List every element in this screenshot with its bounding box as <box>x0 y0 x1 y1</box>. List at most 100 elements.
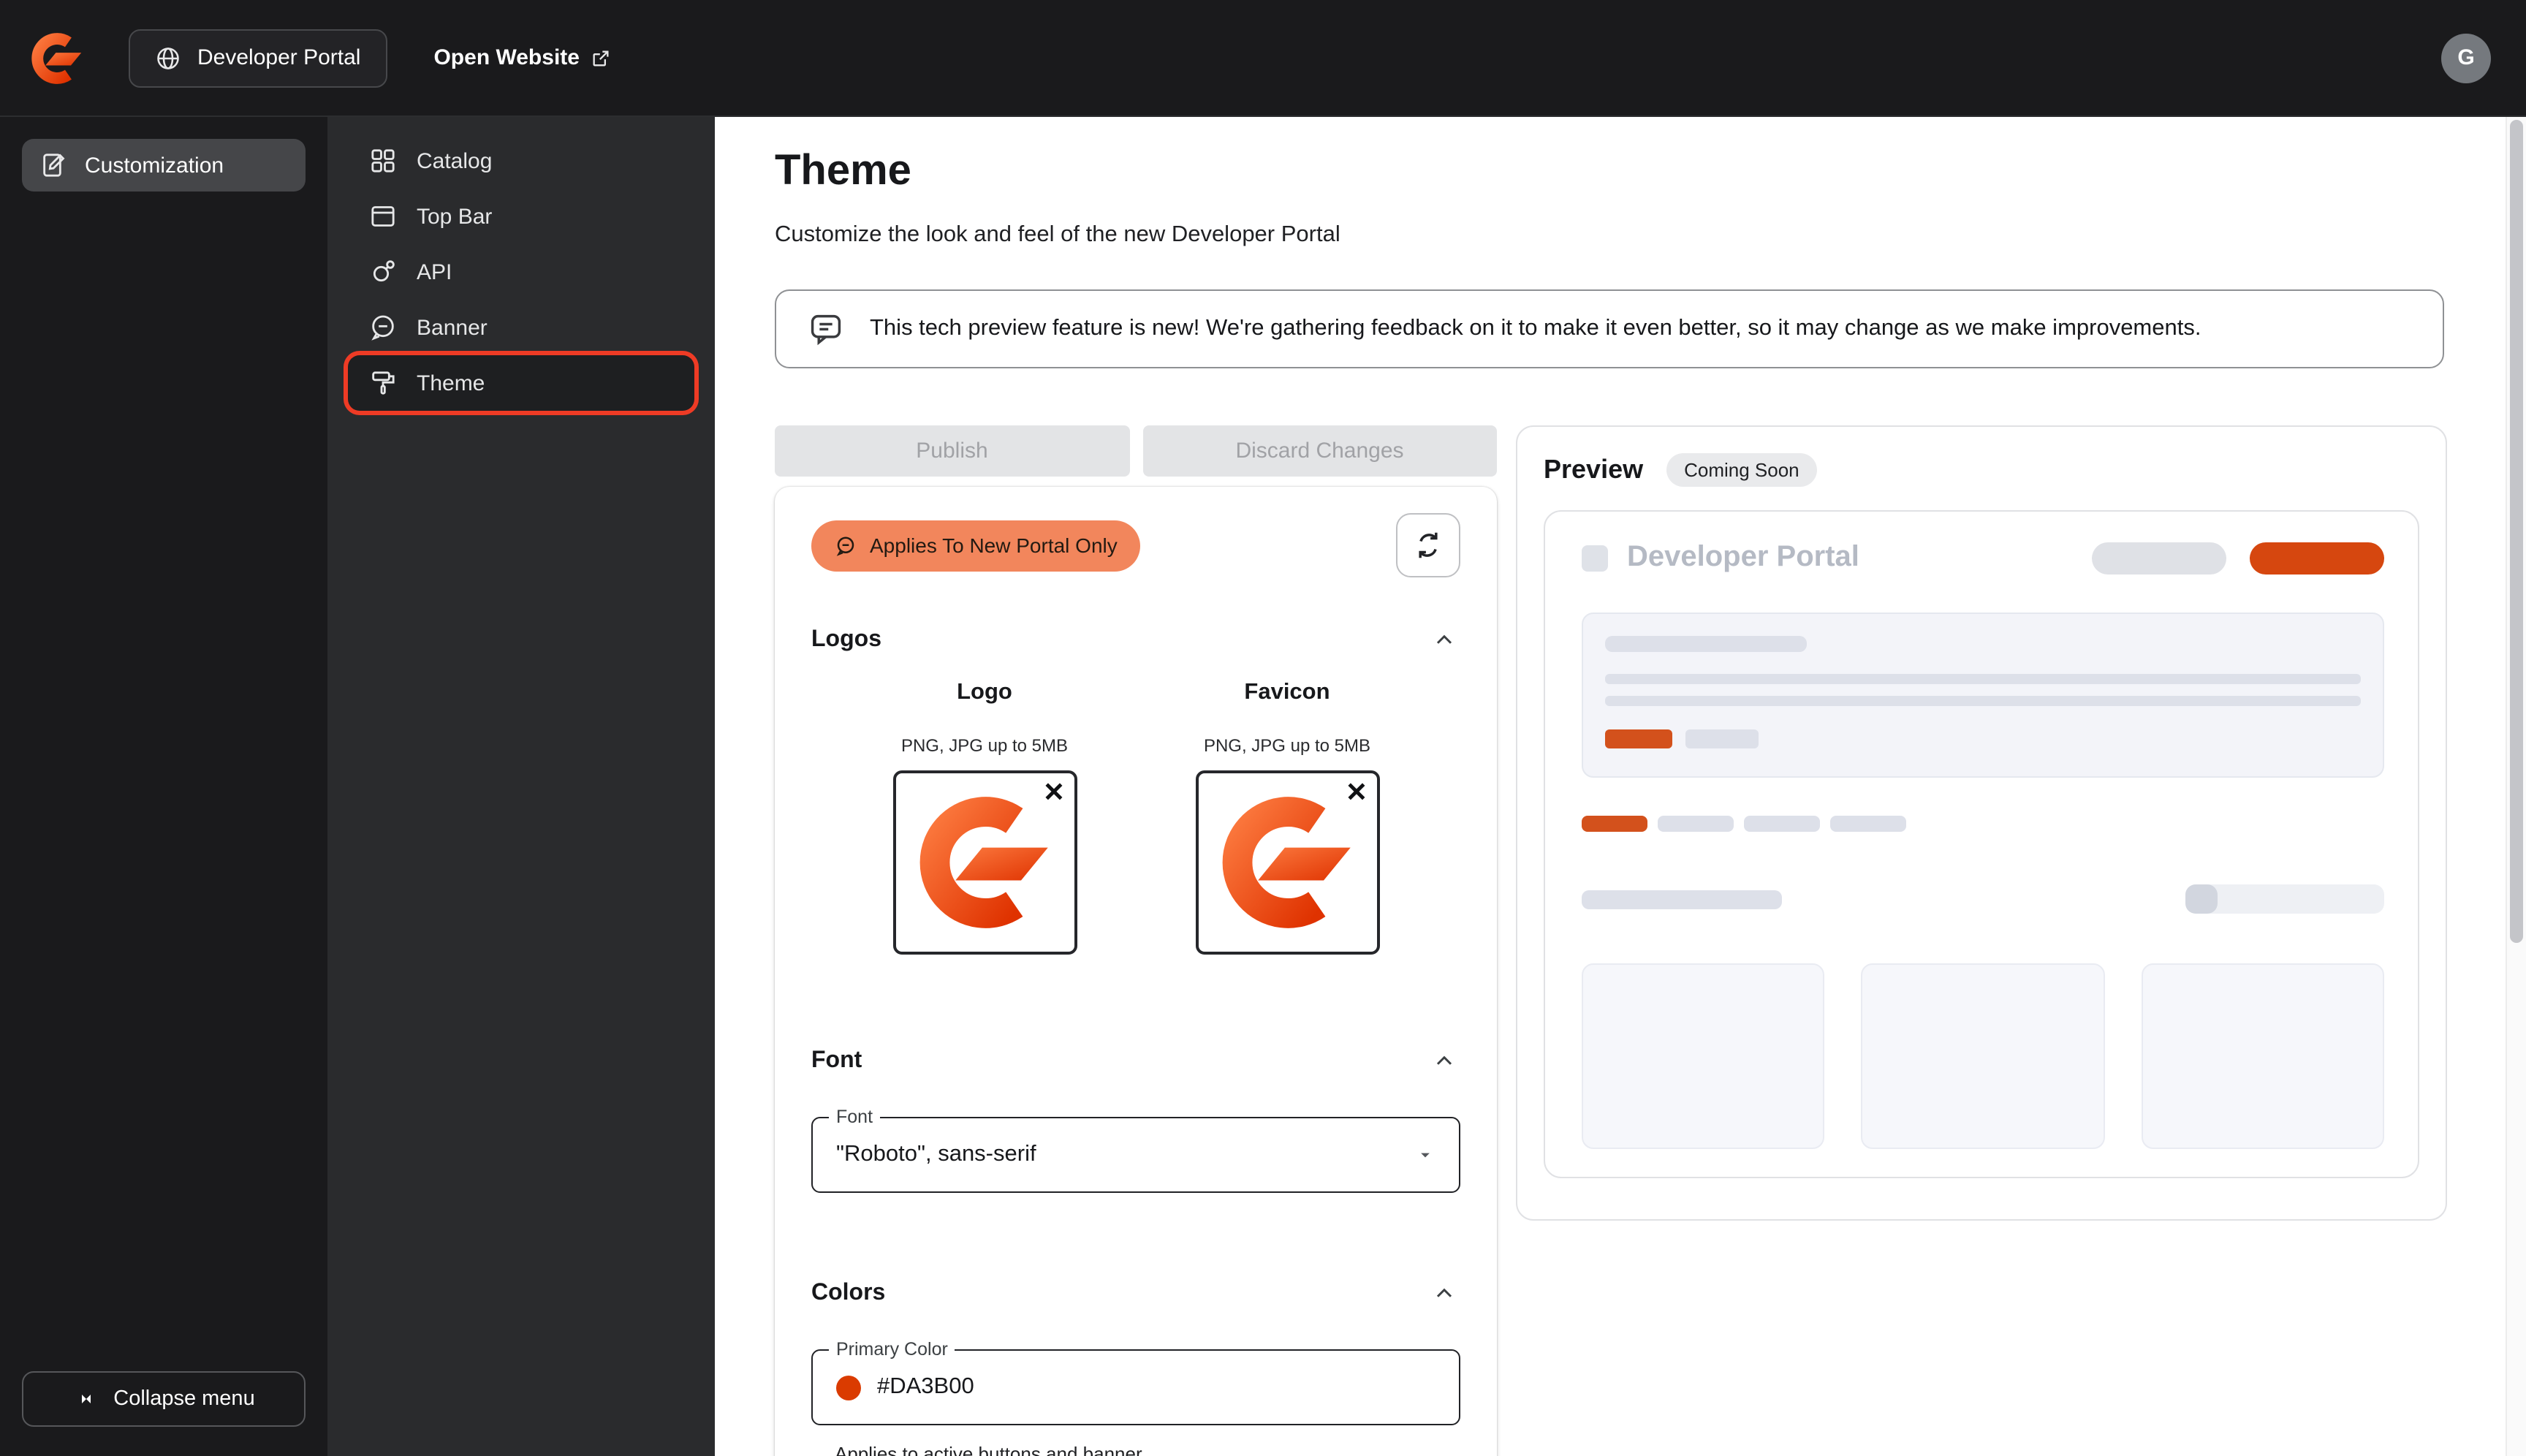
grid-icon <box>371 149 395 172</box>
page-title: Theme <box>775 148 911 194</box>
tech-preview-notice: This tech preview feature is new! We're … <box>775 289 2444 368</box>
font-select[interactable]: Font "Roboto", sans-serif <box>811 1107 1460 1193</box>
chevron-up-icon <box>1436 634 1452 644</box>
favicon-hint: PNG, JPG up to 5MB <box>1203 735 1371 756</box>
feedback-bubble-icon <box>811 314 841 346</box>
submenu-item-top-bar[interactable]: Top Bar <box>348 189 694 244</box>
preview-pill-secondary <box>2092 542 2226 574</box>
window-topbar-icon <box>371 206 395 227</box>
refresh-icon <box>1419 532 1438 558</box>
vertical-scrollbar[interactable] <box>2506 117 2526 1456</box>
theme-settings-card: Applies To New Portal Only Logos Logo PN… <box>775 487 1497 1456</box>
submenu-item-banner[interactable]: Banner <box>348 300 694 355</box>
submenu-item-label: API <box>417 259 452 284</box>
user-avatar[interactable]: G <box>2441 33 2491 83</box>
reset-theme-button[interactable] <box>1396 513 1460 577</box>
sidebar-item-label: Customization <box>85 153 224 178</box>
avatar-initial: G <box>2457 45 2475 70</box>
skeleton-line <box>1605 636 1807 652</box>
paint-roller-icon <box>372 371 395 395</box>
external-link-icon <box>593 50 610 66</box>
primary-color-value: #DA3B00 <box>877 1374 974 1399</box>
preview-pill-primary <box>2250 542 2384 574</box>
primary-sidebar: Customization Collapse menu <box>0 117 327 1456</box>
dropdown-caret-icon <box>1415 1145 1435 1165</box>
preview-header-title: Developer Portal <box>1627 541 1859 573</box>
gravitee-logo-icon <box>29 30 85 86</box>
customization-icon <box>43 153 65 177</box>
submenu-item-catalog[interactable]: Catalog <box>348 133 694 189</box>
logo-preview-image <box>919 797 1047 928</box>
submenu-item-label: Top Bar <box>417 204 493 229</box>
font-field-value: "Roboto", sans-serif <box>836 1142 1036 1167</box>
app-window: Developer Portal Open Website G Customiz… <box>0 0 2526 1456</box>
submenu-item-api[interactable]: API <box>348 244 694 300</box>
skeleton-search-bar <box>2185 884 2384 914</box>
portal-preview-mock: Developer Portal <box>1544 510 2419 1178</box>
portal-switcher-label: Developer Portal <box>197 45 361 70</box>
font-collapse-button[interactable] <box>1428 1045 1460 1077</box>
scrollbar-thumb[interactable] <box>2510 120 2523 943</box>
colors-section-title: Colors <box>811 1281 886 1305</box>
preview-title: Preview <box>1544 455 1644 484</box>
collapse-menu-button[interactable]: Collapse menu <box>22 1371 306 1427</box>
collapse-menu-label: Collapse menu <box>113 1387 255 1411</box>
remove-logo-button[interactable]: ✕ <box>1043 776 1065 808</box>
skeleton-tab <box>1830 816 1906 832</box>
colors-collapse-button[interactable] <box>1428 1278 1460 1310</box>
logos-section-title: Logos <box>811 627 881 652</box>
publish-button[interactable]: Publish <box>775 425 1129 477</box>
portal-switcher-button[interactable]: Developer Portal <box>129 29 387 87</box>
chevron-up-icon <box>1436 1055 1452 1065</box>
submenu-item-label: Catalog <box>417 148 493 173</box>
favicon-preview-image <box>1221 797 1350 928</box>
logos-collapse-button[interactable] <box>1428 624 1460 656</box>
skeleton-primary-button <box>1605 729 1672 748</box>
api-icon <box>373 260 395 282</box>
applies-to-badge-label: Applies To New Portal Only <box>870 534 1118 557</box>
favicon-label: Favicon <box>1244 680 1330 705</box>
primary-color-help: Applies to active buttons and banner <box>835 1443 1142 1456</box>
skeleton-active-tab <box>1582 816 1647 832</box>
skeleton-card <box>1861 963 2105 1149</box>
skeleton-card <box>2141 963 2384 1149</box>
skeleton-secondary-button <box>1685 729 1759 748</box>
skeleton-line <box>1605 674 2361 684</box>
logo-label: Logo <box>957 680 1012 705</box>
collapse-icon <box>81 1395 91 1403</box>
coming-soon-badge: Coming Soon <box>1666 453 1817 487</box>
submenu-item-theme[interactable]: Theme <box>348 355 694 411</box>
favicon-upload-group: Favicon PNG, JPG up to 5MB ✕ <box>1195 680 1379 955</box>
notice-text: This tech preview feature is new! We're … <box>870 316 2201 341</box>
skeleton-tab <box>1658 816 1734 832</box>
logo-upload-box[interactable]: ✕ <box>892 770 1077 955</box>
favicon-upload-box[interactable]: ✕ <box>1195 770 1379 955</box>
font-field-label: Font <box>829 1107 881 1127</box>
skeleton-card <box>1582 963 1825 1149</box>
applies-to-badge: Applies To New Portal Only <box>811 520 1141 571</box>
main-content: Theme Customize the look and feel of the… <box>715 117 2506 1456</box>
logo-hint: PNG, JPG up to 5MB <box>900 735 1069 756</box>
preview-banner-skeleton <box>1582 613 2384 778</box>
message-icon <box>371 315 394 341</box>
open-website-label: Open Website <box>433 45 580 70</box>
page-subtitle: Customize the look and feel of the new D… <box>775 222 1340 247</box>
customization-submenu: Catalog Top Bar API Banner Theme <box>327 117 715 1456</box>
primary-color-field[interactable]: Primary Color #DA3B00 <box>811 1339 1460 1425</box>
remove-favicon-button[interactable]: ✕ <box>1346 776 1368 808</box>
top-bar: Developer Portal Open Website G <box>0 0 2526 117</box>
submenu-item-label: Banner <box>417 315 488 340</box>
primary-color-label: Primary Color <box>829 1339 955 1360</box>
badge-bubble-icon <box>836 536 854 556</box>
primary-color-swatch <box>836 1375 861 1400</box>
globe-icon <box>157 47 179 69</box>
skeleton-line <box>1605 696 2361 706</box>
skeleton-line <box>1582 890 1782 909</box>
font-section-title: Font <box>811 1048 862 1073</box>
preview-logo-placeholder <box>1582 545 1608 571</box>
discard-changes-button[interactable]: Discard Changes <box>1142 425 1497 477</box>
open-website-link[interactable]: Open Website <box>433 45 612 70</box>
sidebar-item-customization[interactable]: Customization <box>22 139 306 192</box>
preview-panel: Preview Coming Soon Developer Portal <box>1516 425 2447 1221</box>
chevron-up-icon <box>1436 1288 1452 1297</box>
